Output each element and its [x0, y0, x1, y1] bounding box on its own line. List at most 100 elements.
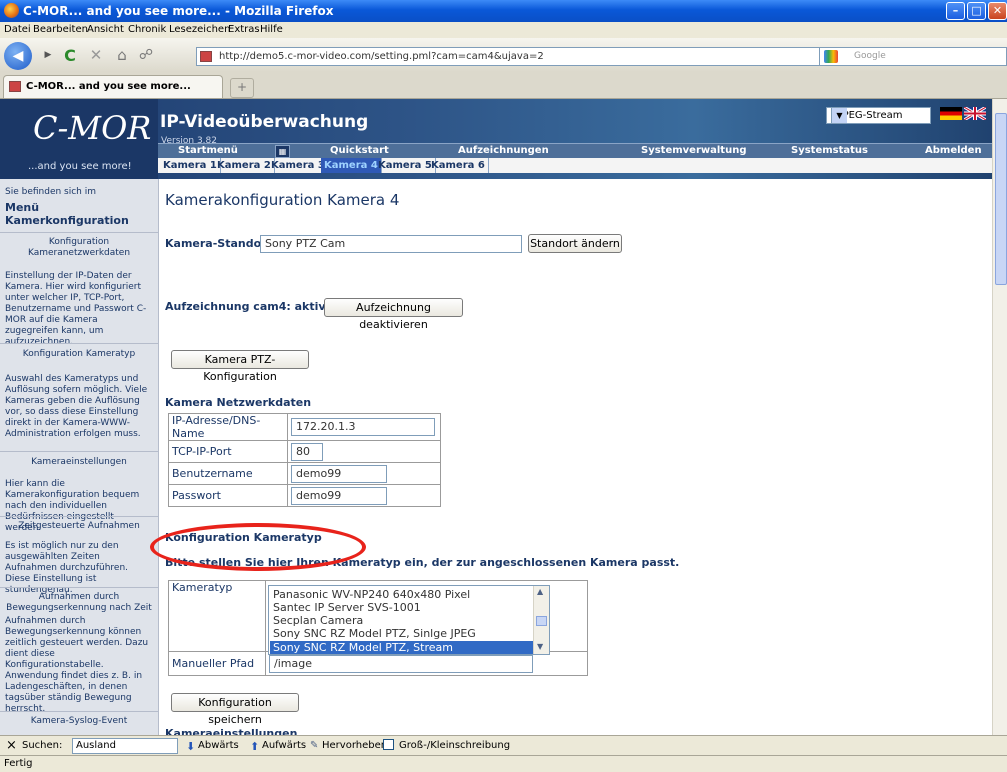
tab-kamera-5[interactable]: Kamera 5 [375, 158, 436, 173]
window-titlebar: C-MOR... and you see more... - Mozilla F… [0, 0, 1007, 22]
menu-extras[interactable]: Extras [228, 24, 260, 35]
search-box[interactable]: Google [819, 47, 1007, 66]
window-title: C-MOR... and you see more... - Mozilla F… [23, 4, 334, 18]
tab-kamera-4[interactable]: Kamera 4 [321, 158, 382, 173]
page-scroll-thumb[interactable] [995, 113, 1007, 285]
scroll-up-icon[interactable]: ▲ [537, 587, 543, 596]
sidebar-section-title[interactable]: Konfiguration Kameratyp [5, 349, 153, 360]
tab-active[interactable]: C-MOR... and you see more... [3, 75, 223, 98]
table-row: Manueller Pfad /image [168, 651, 588, 676]
passwort-input[interactable]: demo99 [291, 486, 387, 505]
pfad-cell: /image [265, 651, 588, 676]
logo-tagline: ...and you see more! [28, 161, 132, 172]
uk-flag-icon[interactable] [964, 107, 986, 120]
nav-systemverwaltung[interactable]: Systemverwaltung [641, 145, 746, 156]
aufzeichnung-deaktivieren-button[interactable]: Aufzeichnung deaktivieren [324, 298, 463, 331]
page-title: Kamerakonfiguration Kamera 4 [165, 191, 400, 209]
google-icon [824, 50, 838, 63]
sidebar-section-title[interactable]: Kameraeinstellungen [5, 457, 153, 468]
firefox-icon [4, 3, 19, 18]
quickstart-icon[interactable]: ▦ [275, 145, 290, 158]
listbox-scrollbar[interactable]: ▲ ▼ [533, 586, 549, 654]
table-row: IP-Adresse/DNS-Name 172.20.1.3 [168, 413, 441, 441]
sidebar-divider [0, 343, 158, 344]
find-close-icon[interactable]: × [6, 738, 17, 753]
port-input[interactable]: 80 [291, 442, 323, 461]
sidebar-section-title[interactable]: Zeitgesteuerte Aufnahmen [5, 521, 153, 532]
ip-label: IP-Adresse/DNS-Name [168, 413, 288, 441]
passwort-label: Passwort [168, 484, 288, 507]
page-scrollbar[interactable] [992, 99, 1007, 735]
menu-bearbeiten[interactable]: Bearbeiten [33, 24, 88, 35]
standort-aendern-button[interactable]: Standort ändern [528, 234, 622, 253]
logo-text: C-MOR [33, 109, 152, 147]
sidebar-divider [0, 516, 158, 517]
pfad-input[interactable]: /image [269, 654, 533, 673]
arrow-up-icon[interactable]: ⬆ [250, 740, 259, 753]
tab-kamera-2[interactable]: Kamera 2 [214, 158, 275, 173]
reload-icon[interactable]: C [58, 43, 82, 67]
list-item[interactable]: Panasonic WV-NP240 640x480 Pixel [273, 588, 470, 601]
menu-datei[interactable]: Datei [4, 24, 31, 35]
tab-strip: C-MOR... and you see more... + [0, 72, 1007, 99]
menu-hilfe[interactable]: Hilfe [260, 24, 283, 35]
find-bar: × Suchen: Ausland ⬇ Abwärts ⬆ Aufwärts ✎… [0, 735, 1007, 756]
table-row: Benutzername demo99 [168, 462, 441, 485]
menu-lesezeichen[interactable]: Lesezeichen [169, 24, 230, 35]
bookmark-rss-icon[interactable]: ☍ [134, 43, 158, 67]
standort-input[interactable]: Sony PTZ Cam [260, 235, 522, 253]
home-icon[interactable]: ⌂ [110, 43, 134, 67]
nav-systemstatus[interactable]: Systemstatus [791, 145, 868, 156]
stream-select[interactable]: MJPEG-Stream ▼ [826, 107, 931, 124]
kameratyp-listbox[interactable]: Panasonic WV-NP240 640x480 Pixel Santec … [268, 585, 550, 655]
highlight-icon: ✎ [310, 740, 319, 751]
netzwerk-table: IP-Adresse/DNS-Name 172.20.1.3 TCP-IP-Po… [168, 413, 441, 507]
maximize-button[interactable]: □ [967, 2, 986, 20]
sidebar-section-title[interactable]: Kamera-Syslog-Event [5, 716, 153, 727]
find-down-button[interactable]: Abwärts [198, 740, 239, 751]
menu-ansicht[interactable]: Ansicht [87, 24, 124, 35]
ip-input[interactable]: 172.20.1.3 [291, 418, 435, 436]
back-icon[interactable]: ◀ [4, 42, 32, 70]
passwort-cell: demo99 [287, 484, 441, 507]
list-item[interactable]: Santec IP Server SVS-1001 [273, 601, 421, 614]
tab-kamera-1[interactable]: Kamera 1 [160, 158, 221, 173]
kameratyp-label: Kameratyp [168, 580, 266, 652]
new-tab-button[interactable]: + [230, 78, 254, 98]
kameraeinstellungen-heading: Kameraeinstellungen [165, 727, 298, 735]
find-highlight-button[interactable]: Hervorheben [322, 740, 387, 751]
table-row: TCP-IP-Port 80 [168, 440, 441, 463]
nav-quickstart[interactable]: Quickstart [330, 145, 389, 156]
top-navigation: Startmenü ▦ Quickstart Aufzeichnungen Sy… [158, 143, 992, 158]
nav-startmenue[interactable]: Startmenü [178, 145, 238, 156]
url-text: http://demo5.c-mor-video.com/setting.pml… [219, 51, 544, 62]
list-item[interactable]: Secplan Camera [273, 614, 363, 627]
ptz-konfiguration-button[interactable]: Kamera PTZ-Konfiguration [171, 350, 309, 383]
tab-kamera-3[interactable]: Kamera 3 [268, 158, 329, 173]
list-item[interactable]: Sony SNC RZ Model PTZ, Sinlge JPEG [273, 627, 476, 640]
german-flag-icon[interactable] [940, 107, 962, 120]
scroll-down-icon[interactable]: ▼ [537, 642, 543, 651]
stop-icon[interactable]: ✕ [84, 43, 108, 67]
nav-abmelden[interactable]: Abmelden [925, 145, 982, 156]
sidebar-section-title[interactable]: Aufnahmen durch Bewegungserkennung nach … [5, 592, 153, 614]
pfad-label: Manueller Pfad [168, 651, 266, 676]
table-row: Passwort demo99 [168, 484, 441, 507]
arrow-down-icon[interactable]: ⬇ [186, 740, 195, 753]
tab-kamera-6[interactable]: Kamera 6 [428, 158, 489, 173]
find-input[interactable]: Ausland [72, 738, 178, 754]
konfiguration-speichern-button[interactable]: Konfiguration speichern [171, 693, 299, 726]
nav-aufzeichnungen[interactable]: Aufzeichnungen [458, 145, 549, 156]
sidebar-section-title[interactable]: Konfiguration Kameranetzwerkdaten [5, 237, 153, 259]
close-button[interactable]: ✕ [988, 2, 1007, 20]
list-item-selected[interactable]: Sony SNC RZ Model PTZ, Stream [273, 641, 453, 654]
find-up-button[interactable]: Aufwärts [262, 740, 306, 751]
benutzername-input[interactable]: demo99 [291, 464, 387, 483]
navigation-toolbar: ◀ ▶ C ✕ ⌂ ☍ http://demo5.c-mor-video.com… [0, 38, 1007, 73]
forward-icon[interactable]: ▶ [36, 43, 60, 67]
menu-chronik[interactable]: Chronik [128, 24, 166, 35]
minimize-button[interactable]: – [946, 2, 965, 20]
case-sensitive-checkbox[interactable] [383, 739, 394, 750]
scroll-thumb[interactable] [536, 616, 547, 626]
find-input-value: Ausland [76, 740, 116, 751]
